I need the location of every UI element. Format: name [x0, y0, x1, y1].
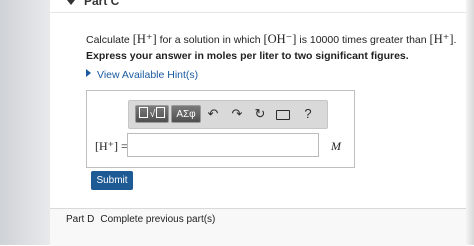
- math-toolbar: √ ΑΣφ ↶ ↷ ↻ ?: [128, 100, 328, 129]
- view-hints-label: View Available Hint(s): [97, 69, 199, 81]
- part-c-header[interactable]: Part C: [50, 0, 466, 13]
- undo-icon[interactable]: ↶: [205, 106, 221, 122]
- help-button[interactable]: ?: [300, 106, 316, 122]
- answer-label: [H⁺] =: [95, 139, 128, 153]
- h-ion-term: [H⁺]: [429, 32, 454, 46]
- answer-input[interactable]: [127, 133, 319, 157]
- part-d-title: Part D: [66, 214, 95, 225]
- view-hints-link[interactable]: View Available Hint(s): [86, 69, 198, 81]
- left-background: [0, 0, 50, 245]
- submit-button[interactable]: Submit: [91, 171, 133, 190]
- box-icon: [138, 107, 148, 118]
- symbols-button[interactable]: ΑΣφ: [171, 105, 201, 123]
- part-c-title: Part C: [84, 0, 120, 8]
- answer-instruction: Express your answer in moles per liter t…: [86, 50, 409, 62]
- reset-icon[interactable]: ↻: [252, 106, 268, 122]
- keyboard-icon[interactable]: [275, 106, 291, 122]
- oh-ion-term: [OH⁻]: [263, 32, 297, 46]
- h-ion-term: [H⁺]: [132, 32, 157, 46]
- box-icon: [156, 107, 166, 118]
- part-d-header[interactable]: Part D Complete previous part(s): [50, 208, 466, 246]
- question-text: Calculate [H⁺] for a solution in which […: [86, 32, 457, 46]
- unit-label: M: [331, 139, 341, 153]
- collapse-caret-icon: [67, 0, 75, 5]
- right-background: [466, 0, 474, 245]
- part-d-status: Complete previous part(s): [100, 214, 216, 225]
- expand-caret-icon: [86, 69, 91, 77]
- redo-icon[interactable]: ↷: [229, 106, 245, 122]
- templates-button[interactable]: √: [135, 105, 169, 123]
